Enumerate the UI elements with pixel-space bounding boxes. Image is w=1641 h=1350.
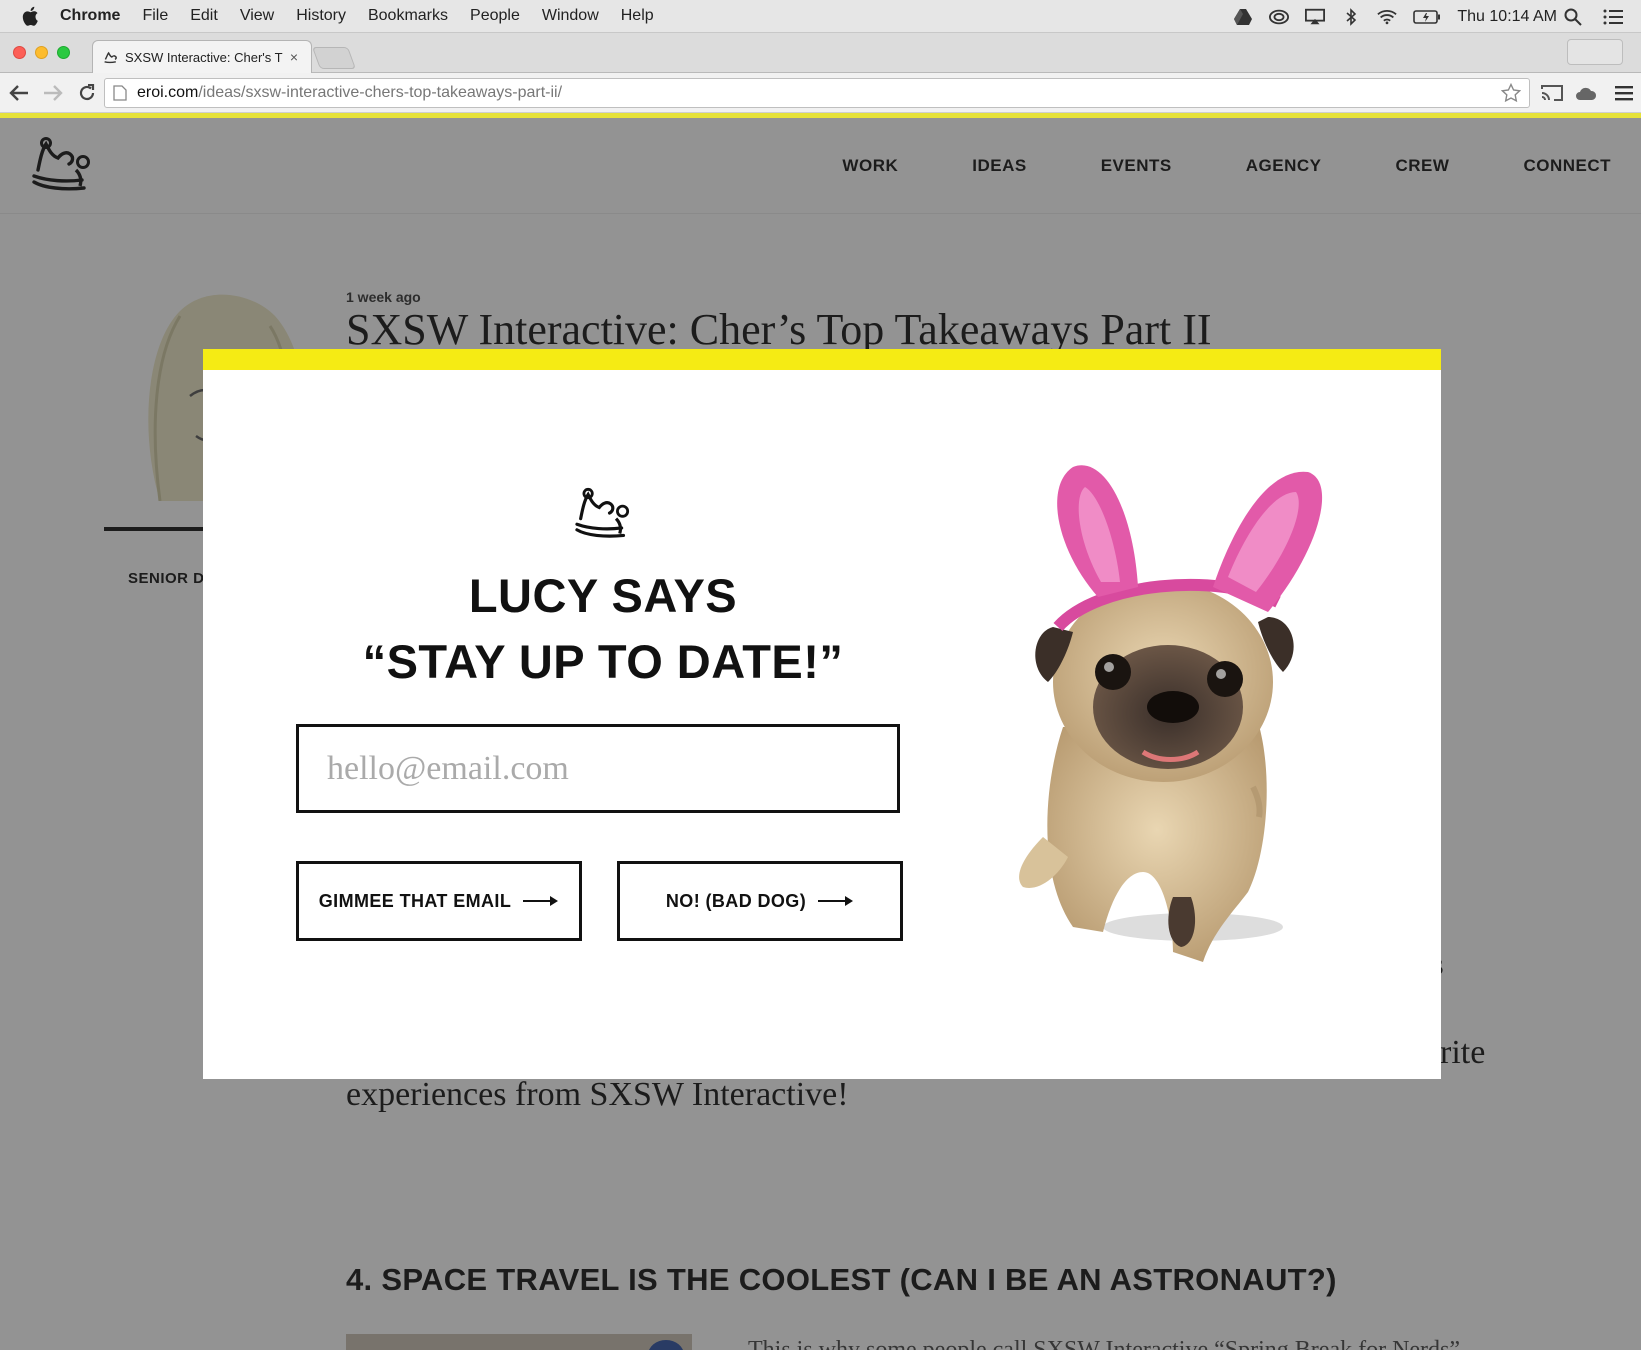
cast-icon[interactable] [1540, 81, 1564, 105]
airplay-icon[interactable] [1305, 7, 1326, 27]
url-path: /ideas/sxsw-interactive-chers-top-takeaw… [198, 84, 563, 101]
creative-cloud-icon[interactable] [1269, 7, 1290, 27]
window-minimize-button[interactable] [35, 46, 48, 59]
reload-icon[interactable] [75, 81, 99, 105]
modal-heading-line-1: LUCY SAYS [468, 569, 738, 622]
menu-history[interactable]: History [296, 7, 346, 25]
apple-menu-icon[interactable] [20, 5, 42, 27]
new-tab-button[interactable] [311, 47, 357, 69]
modal-accent-bar [203, 349, 1441, 370]
menu-view[interactable]: View [240, 7, 274, 25]
extension-cloud-icon[interactable] [1574, 81, 1598, 105]
chrome-menu-icon[interactable] [1612, 81, 1636, 105]
eroi-crown-logo-icon [575, 487, 630, 538]
drive-icon[interactable] [1233, 7, 1253, 27]
wifi-icon[interactable] [1377, 7, 1398, 27]
window-close-button[interactable] [13, 46, 26, 59]
email-field[interactable] [296, 724, 900, 813]
menu-people[interactable]: People [470, 7, 520, 25]
browser-toolbar: eroi.com/ideas/sxsw-interactive-chers-to… [0, 73, 1641, 113]
menu-edit[interactable]: Edit [190, 7, 218, 25]
eroi-favicon-icon [104, 51, 117, 64]
profile-button[interactable] [1567, 39, 1623, 65]
menubar-clock[interactable]: Thu 10:14 AM [1457, 8, 1557, 26]
newsletter-modal: LUCY SAYS “STAY UP TO DATE!” GIMMEE THAT… [203, 349, 1441, 1079]
tab-title: SXSW Interactive: Cher's T [125, 49, 283, 65]
back-arrow-icon[interactable] [7, 81, 31, 105]
pug-bunny-ears-image [1019, 465, 1323, 962]
battery-icon[interactable] [1413, 7, 1441, 27]
menu-help[interactable]: Help [621, 7, 654, 25]
spotlight-search-icon[interactable] [1563, 7, 1583, 27]
subscribe-button[interactable]: GIMMEE THAT EMAIL [296, 861, 582, 941]
menu-window[interactable]: Window [542, 7, 599, 25]
menu-bookmarks[interactable]: Bookmarks [368, 7, 448, 25]
forward-arrow-icon[interactable] [41, 81, 65, 105]
bluetooth-icon[interactable] [1341, 7, 1361, 27]
modal-heading: LUCY SAYS “STAY UP TO DATE!” [303, 563, 903, 695]
bookmark-star-icon[interactable] [1501, 83, 1521, 103]
window-zoom-button[interactable] [57, 46, 70, 59]
browser-tab-strip: SXSW Interactive: Cher's T × [0, 33, 1641, 73]
tab-close-icon[interactable]: × [287, 49, 301, 65]
subscribe-button-label: GIMMEE THAT EMAIL [318, 890, 512, 911]
macos-menu-bar: Chrome File Edit View History Bookmarks … [0, 0, 1641, 33]
decline-button-label: NO! (BAD DOG) [665, 890, 807, 911]
menu-file[interactable]: File [142, 7, 168, 25]
modal-heading-line-2: “STAY UP TO DATE!” [362, 635, 844, 688]
page-icon [113, 85, 127, 101]
browser-tab-active[interactable]: SXSW Interactive: Cher's T × [92, 40, 312, 73]
url-host: eroi.com [137, 84, 199, 101]
menu-app-chrome[interactable]: Chrome [60, 7, 120, 25]
arrow-right-icon [818, 896, 854, 906]
notification-center-icon[interactable] [1603, 7, 1623, 27]
decline-button[interactable]: NO! (BAD DOG) [617, 861, 903, 941]
address-bar[interactable]: eroi.com/ideas/sxsw-interactive-chers-to… [104, 78, 1530, 108]
arrow-right-icon [523, 896, 559, 906]
